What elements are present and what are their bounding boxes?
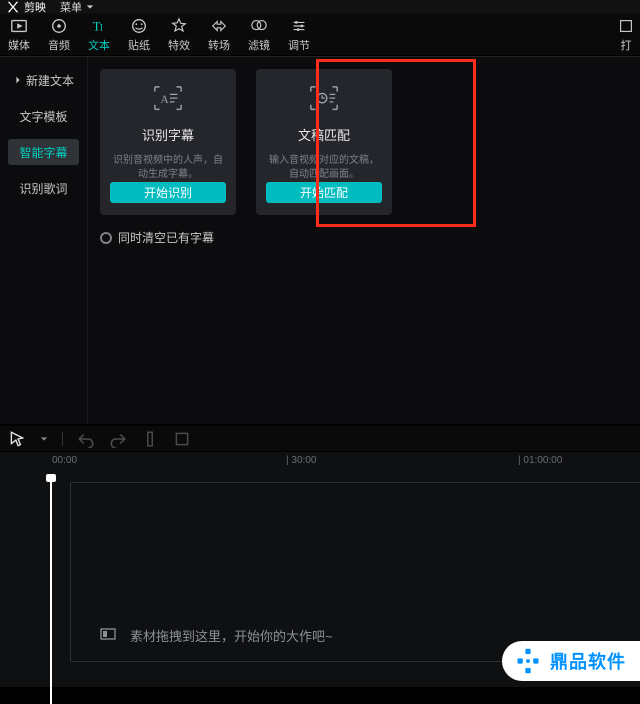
- card-title: 文稿匹配: [298, 125, 350, 144]
- card-desc: 识别音视频中的人声，自动生成字幕。: [110, 154, 226, 182]
- app-logo: 剪映: [6, 0, 46, 15]
- work-area: 新建文本 文字模板 智能字幕 识别歌词 A 识别字幕 识别音视频中的人声，自动生…: [0, 56, 640, 426]
- delete-button[interactable]: [173, 430, 191, 448]
- tab-label: 打: [621, 37, 632, 53]
- titlebar: 剪映 菜单: [0, 0, 640, 14]
- tab-sticker[interactable]: 贴纸: [128, 17, 150, 53]
- tab-label: 调节: [288, 37, 310, 53]
- tab-audio[interactable]: 音频: [48, 17, 70, 53]
- sidebar-item-label: 智能字幕: [19, 144, 67, 161]
- tab-label: 贴纸: [128, 37, 150, 53]
- media-icon: [9, 17, 29, 35]
- card-script-match: 文稿匹配 输入音视频对应的文稿，自动匹配画面。 开始匹配: [256, 69, 392, 215]
- match-icon: [309, 85, 339, 111]
- watermark-icon: [514, 647, 542, 675]
- sidebar-item-new-text[interactable]: 新建文本: [8, 67, 79, 93]
- watermark: 鼎品软件: [502, 641, 640, 681]
- card-title: 识别字幕: [142, 125, 194, 144]
- adjust-icon: [289, 17, 309, 35]
- menu-label: 菜单: [60, 0, 82, 15]
- sidebar-item-label: 识别歌词: [19, 180, 67, 197]
- chevron-down-icon[interactable]: [40, 432, 48, 446]
- sidebar-item-lyric[interactable]: 识别歌词: [8, 175, 79, 201]
- app-name: 剪映: [24, 0, 46, 15]
- tab-text[interactable]: TI 文本: [88, 17, 110, 53]
- watermark-text: 鼎品软件: [550, 648, 626, 674]
- sidebar-item-label: 新建文本: [26, 72, 74, 89]
- redo-button[interactable]: [109, 430, 127, 448]
- tab-label: 特效: [168, 37, 190, 53]
- sidebar-item-text-template[interactable]: 文字模板: [8, 103, 79, 129]
- undo-button[interactable]: [77, 430, 95, 448]
- radio-icon: [100, 232, 112, 244]
- text-sidebar: 新建文本 文字模板 智能字幕 识别歌词: [0, 57, 88, 424]
- card-recognize-subtitle: A 识别字幕 识别音视频中的人声，自动生成字幕。 开始识别: [100, 69, 236, 215]
- svg-text:I: I: [100, 22, 103, 32]
- tab-effect[interactable]: 特效: [168, 17, 190, 53]
- timeline-ruler[interactable]: 00:00 | 30:00 | 01:00:00: [0, 452, 640, 474]
- tab-more[interactable]: 打: [616, 17, 636, 53]
- transition-icon: [209, 17, 229, 35]
- audio-icon: [49, 17, 69, 35]
- svg-text:A: A: [161, 94, 170, 106]
- main-tabs: 媒体 音频 TI 文本 贴纸 特效 转场 滤镜 调节 打: [0, 14, 640, 56]
- sticker-icon: [129, 17, 149, 35]
- drop-hint: 素材拖拽到这里，开始你的大作吧~: [100, 626, 333, 645]
- tab-media[interactable]: 媒体: [8, 17, 30, 53]
- ruler-mark: | 30:00: [286, 455, 316, 466]
- tab-transition[interactable]: 转场: [208, 17, 230, 53]
- tab-adjust[interactable]: 调节: [288, 17, 310, 53]
- start-match-button[interactable]: 开始匹配: [266, 182, 382, 203]
- asset-icon: [100, 626, 116, 645]
- playhead[interactable]: [50, 474, 52, 704]
- split-button[interactable]: [141, 430, 159, 448]
- ruler-mark: 00:00: [52, 455, 77, 466]
- card-desc: 输入音视频对应的文稿，自动匹配画面。: [266, 154, 382, 182]
- cut-icon: [6, 0, 20, 14]
- tab-label: 音频: [48, 37, 70, 53]
- pointer-tool[interactable]: [8, 430, 26, 448]
- tab-label: 滤镜: [248, 37, 270, 53]
- caret-right-icon: [14, 73, 22, 87]
- filter-icon: [249, 17, 269, 35]
- tab-label: 媒体: [8, 37, 30, 53]
- ruler-mark: | 01:00:00: [518, 455, 562, 466]
- drop-hint-text: 素材拖拽到这里，开始你的大作吧~: [130, 626, 333, 645]
- tab-label: 转场: [208, 37, 230, 53]
- menu-dropdown[interactable]: 菜单: [60, 0, 94, 15]
- clear-subtitle-checkbox[interactable]: 同时清空已有字幕: [100, 229, 628, 246]
- text-content: A 识别字幕 识别音视频中的人声，自动生成字幕。 开始识别 文稿匹配 输入音视频…: [88, 57, 640, 424]
- start-recognize-button[interactable]: 开始识别: [110, 182, 226, 203]
- more-icon: [616, 17, 636, 35]
- tab-label: 文本: [88, 37, 110, 53]
- recognize-icon: A: [153, 85, 183, 111]
- effect-icon: [169, 17, 189, 35]
- chevron-down-icon: [86, 3, 94, 11]
- sidebar-item-smart-subtitle[interactable]: 智能字幕: [8, 139, 79, 165]
- text-icon: TI: [89, 17, 109, 35]
- tab-filter[interactable]: 滤镜: [248, 17, 270, 53]
- checkbox-label: 同时清空已有字幕: [118, 229, 214, 246]
- sidebar-item-label: 文字模板: [19, 108, 67, 125]
- timeline-toolbar: [0, 426, 640, 452]
